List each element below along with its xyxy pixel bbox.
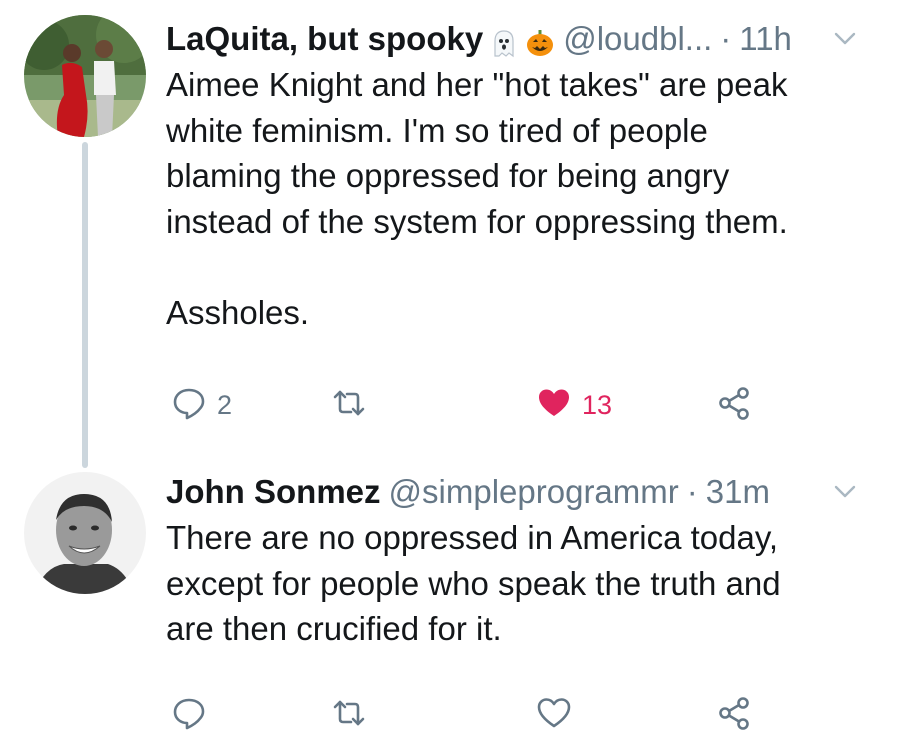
tweet-header: LaQuita, but spooky @loudbl... · 11h [166, 16, 860, 62]
tweet-timestamp[interactable]: 11h [739, 16, 792, 62]
tweet-actions: 2 13 [166, 385, 766, 425]
share-button[interactable] [716, 695, 752, 735]
retweet-icon [331, 695, 367, 736]
separator-dot: · [720, 20, 732, 57]
share-icon [716, 385, 752, 426]
share-icon [716, 695, 752, 736]
retweet-button[interactable] [331, 695, 377, 735]
tweet-header: John Sonmez @simpleprogrammr · 31m [166, 469, 860, 515]
chevron-down-icon[interactable] [830, 24, 860, 54]
tweet-text: Aimee Knight and her "hot takes" are pea… [166, 66, 788, 331]
like-button[interactable] [536, 695, 582, 735]
share-button[interactable] [716, 385, 752, 425]
separator-dot: · [686, 473, 698, 510]
author-handle[interactable]: @loudbl... [563, 16, 712, 62]
jack-o-lantern-emoji [525, 24, 555, 56]
like-count: 13 [582, 389, 613, 420]
heart-icon [536, 695, 572, 736]
retweet-icon [331, 385, 367, 426]
heart-icon [536, 385, 572, 426]
reply-button[interactable]: 2 [171, 385, 232, 425]
retweet-button[interactable] [331, 385, 377, 425]
like-button[interactable]: 13 [536, 385, 612, 425]
author-name[interactable]: LaQuita, but spooky [166, 16, 483, 62]
chevron-down-icon[interactable] [830, 477, 860, 507]
reply-icon [171, 385, 207, 426]
avatar[interactable] [24, 15, 146, 137]
tweet-timestamp[interactable]: 31m [706, 469, 770, 515]
tweet-text: There are no oppressed in America today,… [166, 519, 781, 647]
tweet[interactable]: LaQuita, but spooky @loudbl... · 11h Aim… [0, 0, 900, 468]
tweet[interactable]: John Sonmez @simpleprogrammr · 31m There… [0, 455, 900, 753]
thread-line [82, 142, 88, 468]
reply-icon [171, 695, 207, 736]
reply-count: 2 [217, 389, 233, 420]
ghost-emoji [489, 24, 519, 58]
reply-button[interactable] [171, 695, 217, 735]
author-name[interactable]: John Sonmez [166, 469, 381, 515]
avatar[interactable] [24, 472, 146, 594]
tweet-actions [166, 695, 766, 735]
author-handle[interactable]: @simpleprogrammr [389, 469, 679, 515]
